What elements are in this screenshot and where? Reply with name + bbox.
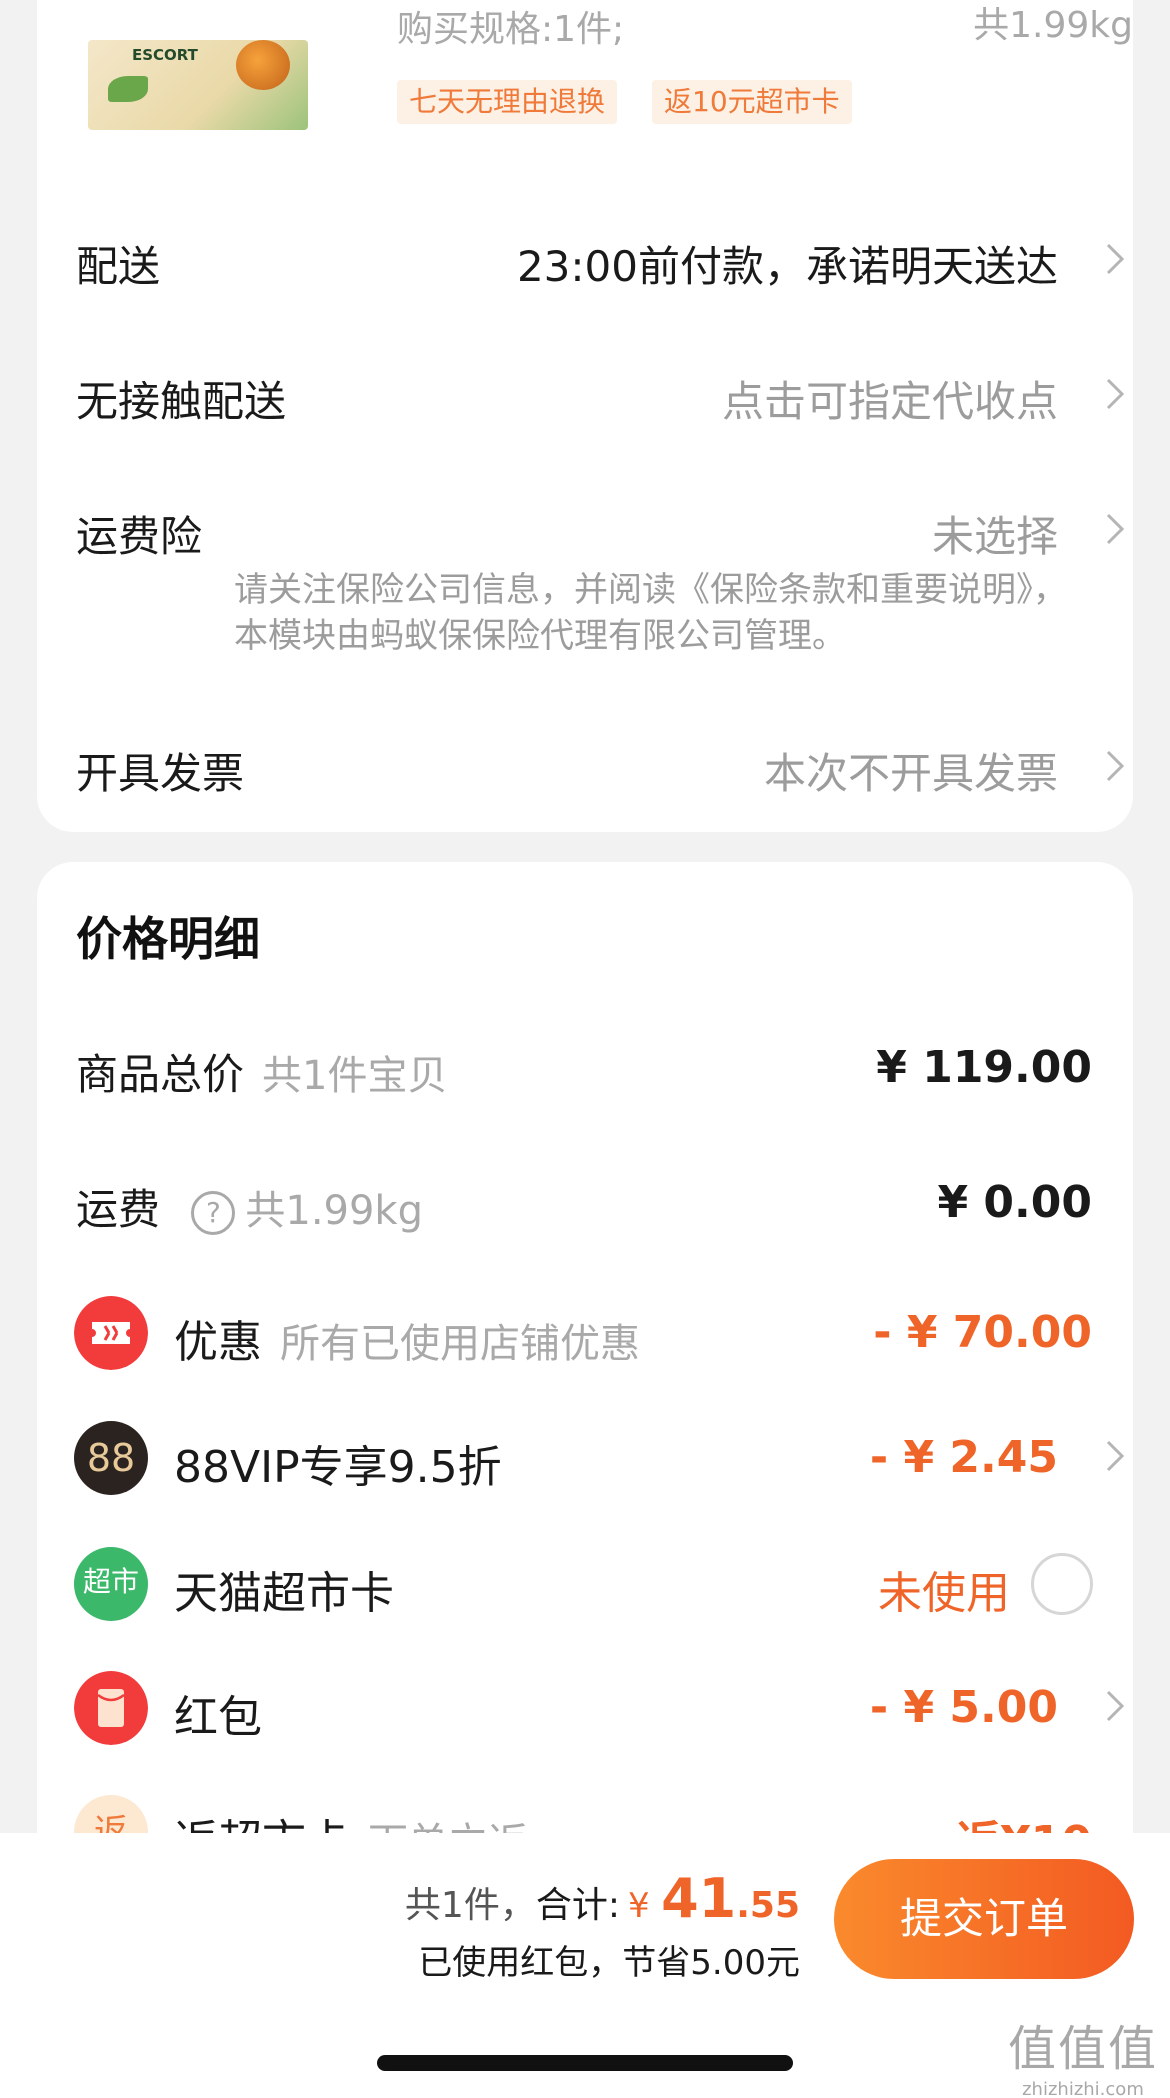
contactless-delivery-label: 无接触配送: [76, 377, 287, 426]
delivery-label: 配送: [76, 242, 161, 291]
invoice-label: 开具发票: [76, 749, 245, 798]
supermarket-card-radio[interactable]: [1031, 1553, 1093, 1615]
question-circle-icon[interactable]: ?: [191, 1190, 236, 1235]
total-decimal: .55: [736, 1885, 800, 1926]
watermark: 值值值 zhizhizhi.com: [1008, 2009, 1158, 2098]
chevron-right-icon[interactable]: [1098, 1684, 1132, 1728]
freight-weight: 共1.99kg: [245, 1188, 423, 1234]
watermark-url: zhizhizhi.com: [1022, 2079, 1144, 2098]
chevron-right-icon[interactable]: [1098, 1434, 1132, 1478]
discount-desc: 所有已使用店铺优惠: [280, 1321, 640, 1367]
chevron-right-icon[interactable]: [1098, 237, 1132, 281]
product-brand-logo: ESCORT: [132, 46, 198, 64]
goods-total-row: 商品总价 共1件宝贝: [76, 1041, 447, 1102]
supermarket-icon: 超市: [74, 1547, 148, 1621]
price-detail-title: 价格明细: [76, 912, 260, 966]
total-label: 合计:: [535, 1885, 620, 1926]
red-packet-label: 红包: [174, 1692, 262, 1743]
product-weight: 共1.99kg: [973, 5, 1133, 46]
leaf-illustration: [108, 76, 148, 102]
fruit-illustration: [236, 40, 290, 90]
ticket-icon: [74, 1296, 148, 1370]
supermarket-icon-text: 超市: [82, 1565, 139, 1598]
insurance-notice[interactable]: 请关注保险公司信息，并阅读《保险条款和重要说明》，本模块由蚂蚁保保险代理有限公司…: [234, 567, 1084, 659]
home-indicator[interactable]: [377, 2055, 793, 2071]
goods-total-label: 商品总价: [76, 1050, 245, 1099]
watermark-logo: 值值值: [1007, 2021, 1158, 2077]
chevron-right-icon[interactable]: [1098, 507, 1132, 551]
cashback-tag: 返10元超市卡: [652, 80, 852, 124]
supermarket-card-label: 天猫超市卡: [174, 1568, 394, 1619]
product-thumbnail[interactable]: ESCORT: [88, 40, 308, 130]
vip-discount-label: 88VIP专享9.5折: [174, 1442, 502, 1493]
invoice-value[interactable]: 本次不开具发票: [764, 740, 1058, 801]
freight-row: 运费 ? 共1.99kg: [76, 1176, 423, 1237]
item-count: 共1件，: [404, 1885, 536, 1926]
savings-note: 已使用红包，节省5.00元: [418, 1943, 800, 1983]
goods-count: 共1件宝贝: [262, 1053, 448, 1099]
total-currency: ¥: [627, 1886, 650, 1926]
checkout-bar: 共1件，合计: ¥ 41.55 已使用红包，节省5.00元 提交订单 值值值 zh…: [0, 1833, 1170, 2098]
goods-total-value: ¥ 119.00: [876, 1042, 1092, 1093]
supermarket-card-status: 未使用: [878, 1568, 1010, 1619]
contactless-delivery-value[interactable]: 点击可指定代收点: [722, 368, 1058, 429]
freight-label: 运费: [76, 1185, 161, 1234]
freight-value: ¥ 0.00: [937, 1177, 1093, 1228]
discount-value: - ¥ 70.00: [873, 1307, 1092, 1358]
order-total: 共1件，合计: ¥ 41.55: [405, 1867, 800, 1930]
shipping-insurance-label: 运费险: [76, 512, 203, 561]
discount-label: 优惠: [174, 1317, 262, 1368]
chevron-right-icon[interactable]: [1098, 744, 1132, 788]
submit-order-button[interactable]: 提交订单: [834, 1859, 1134, 1979]
return-policy-tag: 七天无理由退换: [397, 80, 618, 124]
vip88-icon: 88: [74, 1421, 148, 1495]
product-spec: 购买规格:1件;: [397, 9, 625, 50]
red-packet-value[interactable]: - ¥ 5.00: [870, 1682, 1058, 1733]
discount-row: 优惠 所有已使用店铺优惠: [174, 1306, 640, 1370]
chevron-right-icon[interactable]: [1098, 372, 1132, 416]
total-integer: 41: [661, 1867, 737, 1930]
red-packet-icon: [74, 1671, 148, 1745]
delivery-value[interactable]: 23:00前付款，承诺明天送达: [517, 233, 1058, 294]
shipping-insurance-value[interactable]: 未选择: [932, 503, 1058, 564]
vip-discount-value[interactable]: - ¥ 2.45: [870, 1432, 1058, 1483]
